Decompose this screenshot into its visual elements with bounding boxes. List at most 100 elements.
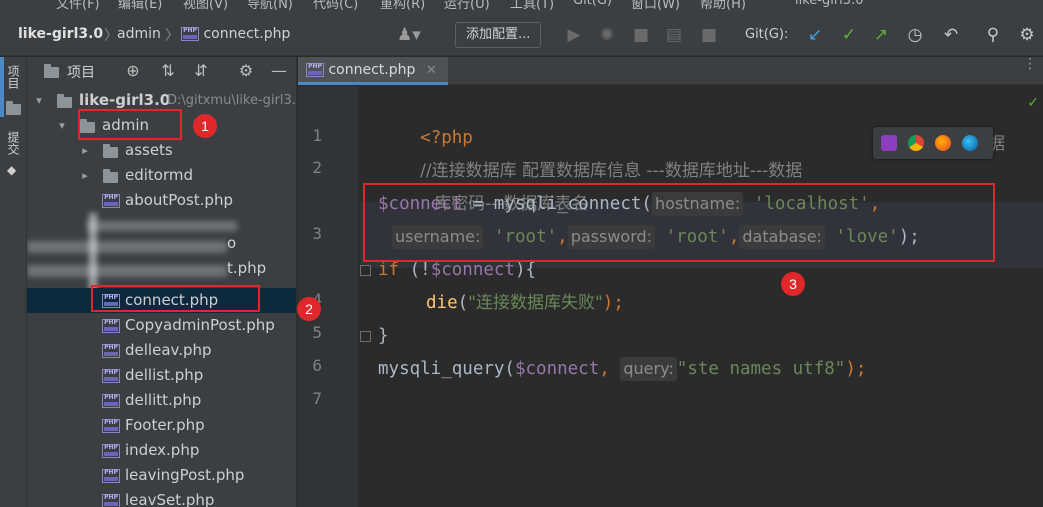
phpstorm-icon[interactable] — [881, 135, 897, 151]
locate-icon[interactable]: ⊕ — [122, 60, 144, 82]
collapse-all-icon[interactable]: ⇵ — [190, 60, 212, 82]
menu-navigate[interactable]: 导航(N) — [247, 0, 293, 12]
run-icon[interactable]: ▶ — [563, 24, 585, 46]
debug-icon[interactable]: ✺ — [596, 24, 618, 46]
tree-file-leavingpost[interactable]: PHP leavingPost.php — [27, 463, 296, 488]
close-icon[interactable]: ✕ — [426, 63, 437, 78]
tree-folder-assets[interactable]: ▸ assets — [27, 138, 296, 163]
tree-file-dellitt[interactable]: PHP dellitt.php — [27, 388, 296, 413]
root-folder-path: D:\gitxmu\like-girl3.0 — [167, 93, 297, 108]
annotation-badge: 1 — [193, 114, 217, 138]
tree-file-aboutpost[interactable]: PHP aboutPost.php — [27, 188, 296, 213]
menu-run[interactable]: 运行(U) — [444, 0, 490, 12]
code-line-5[interactable]: die("连接数据库失败"); — [426, 287, 624, 320]
search-icon[interactable]: ⚲ — [982, 24, 1004, 46]
menu-refactor[interactable]: 重构(R) — [380, 0, 425, 12]
blur-stripe — [87, 221, 237, 231]
settings-icon[interactable]: ⚙ — [235, 60, 257, 82]
tree-item-label: leavSet.php — [125, 491, 215, 507]
annotation-box-admin — [78, 109, 182, 140]
line-number: 3 — [312, 224, 322, 243]
chevron-down-icon[interactable]: ▾ — [32, 88, 46, 113]
string-literal: "ste names utf8" — [676, 359, 846, 379]
menu-file[interactable]: 文件(F) — [56, 0, 100, 12]
coverage-icon[interactable]: ■ — [630, 24, 652, 46]
commit-icon: ◆ — [7, 163, 17, 177]
code-line-2[interactable]: //连接数据库 配置数据库信息 ---数据库地址---数据 — [378, 122, 802, 181]
annotation-badge: 3 — [781, 272, 805, 296]
menu-view[interactable]: 视图(V) — [183, 0, 228, 12]
chevron-right-icon[interactable]: ▸ — [78, 138, 92, 163]
tree-file-dellist[interactable]: PHP dellist.php — [27, 363, 296, 388]
tree-item-label: index.php — [125, 441, 200, 459]
annotation-badge: 2 — [297, 297, 321, 321]
string-literal: "连接数据库失败" — [468, 293, 603, 313]
annotation-box-connect — [91, 285, 260, 312]
menu-code[interactable]: 代码(C) — [313, 0, 358, 12]
hide-icon[interactable]: — — [268, 60, 290, 82]
git-update-icon[interactable]: ↙ — [804, 24, 826, 46]
comma: , — [599, 359, 621, 379]
fold-marker[interactable] — [360, 265, 371, 276]
settings-icon[interactable]: ⚙ — [1016, 24, 1038, 46]
inspection-ok-icon[interactable]: ✓ — [1027, 95, 1039, 111]
more-options-icon[interactable]: ⋮ — [1023, 57, 1037, 71]
tab-connect-php[interactable]: PHP connect.php ✕ — [298, 57, 448, 85]
php-file-icon: PHP — [102, 419, 120, 433]
tree-file-leavset[interactable]: PHP leavSet.php — [27, 488, 296, 507]
edge-icon[interactable] — [962, 135, 978, 151]
function-call: mysqli_query( — [378, 359, 515, 379]
menu-tools[interactable]: 工具(T) — [510, 0, 554, 12]
chevron-right-icon[interactable]: ▸ — [78, 163, 92, 188]
chrome-icon[interactable] — [908, 135, 924, 151]
menu-help[interactable]: 帮助(H) — [700, 0, 746, 12]
history-icon[interactable]: ◷ — [904, 24, 926, 46]
tab-project[interactable]: 项目 — [4, 65, 22, 89]
tree-file-copyadminpost[interactable]: PHP CopyadminPost.php — [27, 313, 296, 338]
profile-icon[interactable]: ▤ — [663, 24, 685, 46]
blur-stripe — [89, 213, 97, 291]
browser-popup — [873, 127, 993, 159]
blurred-fragment: t.php — [227, 259, 267, 277]
code-line-6[interactable]: } — [378, 320, 389, 353]
php-file-icon: PHP — [102, 369, 120, 383]
breadcrumb-file[interactable]: PHP connect.php — [181, 26, 290, 42]
tree-file-delleav[interactable]: PHP delleav.php — [27, 338, 296, 363]
user-icon[interactable]: ♟▾ — [397, 24, 421, 46]
line-number: 1 — [312, 126, 322, 145]
php-file-icon: PHP — [181, 27, 199, 41]
code-line-7[interactable]: mysqli_query($connect, query: "ste names … — [378, 353, 866, 386]
menu-git[interactable]: Git(G) — [573, 0, 612, 8]
git-commit-icon[interactable]: ✓ — [838, 24, 860, 46]
keyword: if — [378, 260, 400, 280]
tree-file-footer[interactable]: PHP Footer.php — [27, 413, 296, 438]
rollback-icon[interactable]: ↶ — [940, 24, 962, 46]
git-label: Git(G): — [745, 27, 789, 42]
line-number: 7 — [312, 389, 322, 408]
blur-stripe — [27, 241, 227, 253]
project-title[interactable]: 项目 — [67, 62, 95, 82]
tree-item-label: dellitt.php — [125, 391, 202, 409]
menu-window[interactable]: 窗口(W) — [631, 0, 680, 12]
add-configuration-button[interactable]: 添加配置... — [455, 22, 542, 48]
tree-file-index[interactable]: PHP index.php — [27, 438, 296, 463]
menu-edit[interactable]: 编辑(E) — [118, 0, 162, 12]
statement-end: ); — [602, 293, 624, 313]
project-folder-icon — [6, 101, 21, 115]
tree-folder-editormd[interactable]: ▸ editormd — [27, 163, 296, 188]
expand-all-icon[interactable]: ⇅ — [157, 60, 179, 82]
tab-commit[interactable]: 提交 — [4, 131, 22, 155]
php-file-icon: PHP — [102, 469, 120, 483]
code-line-1[interactable]: <?php — [378, 89, 473, 148]
chevron-down-icon[interactable]: ▾ — [55, 113, 69, 138]
stop-icon[interactable]: ■ — [698, 24, 720, 46]
firefox-icon[interactable] — [935, 135, 951, 151]
breadcrumb-folder[interactable]: admin — [117, 26, 161, 42]
navigation-toolbar: like-girl3.0 〉 admin 〉 PHP connect.php ♟… — [0, 14, 1043, 56]
editor-tab-bar: PHP connect.php ✕ ⋮ — [298, 57, 1043, 85]
git-push-icon[interactable]: ↗ — [870, 24, 892, 46]
fold-marker[interactable] — [360, 331, 371, 342]
blur-stripe — [27, 265, 227, 277]
breadcrumb-project[interactable]: like-girl3.0 — [18, 26, 103, 42]
folder-icon — [57, 94, 72, 108]
